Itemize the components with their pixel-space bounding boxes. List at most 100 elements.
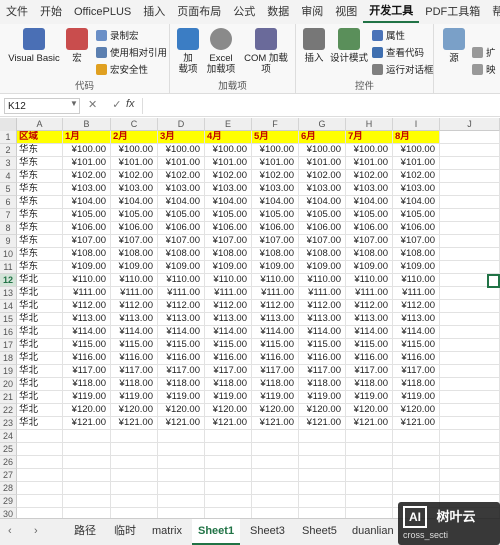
cell[interactable] — [440, 261, 500, 274]
cell[interactable] — [63, 469, 111, 482]
row-header[interactable]: 27 — [0, 469, 17, 482]
cell[interactable]: ¥113.00 — [205, 313, 252, 326]
cell[interactable]: ¥121.00 — [111, 417, 158, 430]
cell[interactable]: ¥109.00 — [63, 261, 111, 274]
cell[interactable] — [346, 495, 393, 508]
row-header[interactable]: 22 — [0, 404, 17, 417]
row-header[interactable]: 17 — [0, 339, 17, 352]
cell[interactable]: ¥120.00 — [111, 404, 158, 417]
cell[interactable]: ¥100.00 — [252, 144, 299, 157]
cell[interactable]: ¥102.00 — [158, 170, 205, 183]
menu-tab[interactable]: 开发工具 — [363, 1, 420, 23]
cell[interactable]: ¥116.00 — [63, 352, 111, 365]
map-properties-button[interactable]: 映 — [472, 62, 496, 76]
cell[interactable]: ¥121.00 — [252, 417, 299, 430]
cell[interactable]: 华北 — [17, 404, 63, 417]
cell[interactable]: ¥117.00 — [111, 365, 158, 378]
excel-addins-button[interactable]: Excel 加载项 — [204, 28, 238, 75]
cell[interactable]: ¥112.00 — [393, 300, 440, 313]
cell[interactable]: ¥104.00 — [205, 196, 252, 209]
cell[interactable]: ¥102.00 — [205, 170, 252, 183]
cell[interactable]: ¥110.00 — [252, 274, 299, 287]
cancel-enter-icons[interactable]: ✕ ✓ — [88, 98, 128, 111]
cell[interactable] — [440, 404, 500, 417]
cell[interactable] — [440, 443, 500, 456]
sheet-tab[interactable]: duanlian — [346, 519, 400, 545]
cell[interactable] — [17, 469, 63, 482]
cell[interactable]: 华北 — [17, 391, 63, 404]
menu-tab[interactable]: 开始 — [34, 0, 68, 24]
cell[interactable] — [17, 430, 63, 443]
cell[interactable] — [440, 183, 500, 196]
cell[interactable]: ¥116.00 — [205, 352, 252, 365]
record-macro-button[interactable]: 录制宏 — [96, 28, 139, 42]
cell[interactable]: 1月 — [63, 131, 111, 144]
row-header[interactable]: 8 — [0, 222, 17, 235]
formula-input[interactable] — [142, 98, 496, 114]
cell[interactable] — [440, 300, 500, 313]
cell[interactable] — [63, 443, 111, 456]
cell[interactable] — [158, 456, 205, 469]
cell[interactable]: ¥108.00 — [205, 248, 252, 261]
cell[interactable]: ¥110.00 — [111, 274, 158, 287]
cell[interactable]: ¥111.00 — [158, 287, 205, 300]
cell[interactable]: ¥115.00 — [205, 339, 252, 352]
com-addins-button[interactable]: COM 加载项 — [240, 28, 292, 75]
column-header[interactable]: D — [158, 118, 205, 131]
cell[interactable]: ¥107.00 — [111, 235, 158, 248]
cell[interactable]: ¥100.00 — [393, 144, 440, 157]
cell[interactable]: 华北 — [17, 352, 63, 365]
cell[interactable] — [440, 456, 500, 469]
cell[interactable]: ¥118.00 — [111, 378, 158, 391]
cell[interactable] — [63, 495, 111, 508]
row-header[interactable]: 12 — [0, 274, 17, 287]
cell[interactable] — [440, 391, 500, 404]
cell[interactable]: ¥104.00 — [63, 196, 111, 209]
cell[interactable]: ¥112.00 — [299, 300, 346, 313]
cell[interactable]: ¥100.00 — [158, 144, 205, 157]
cell[interactable]: ¥113.00 — [158, 313, 205, 326]
row-header[interactable]: 1 — [0, 131, 17, 144]
cell[interactable]: ¥100.00 — [299, 144, 346, 157]
cell[interactable]: 华东 — [17, 222, 63, 235]
cell[interactable]: ¥113.00 — [252, 313, 299, 326]
cell[interactable]: ¥118.00 — [393, 378, 440, 391]
cell[interactable] — [63, 456, 111, 469]
sheet-next-icon[interactable]: › — [34, 525, 38, 537]
cell[interactable]: ¥115.00 — [393, 339, 440, 352]
cell[interactable]: ¥116.00 — [111, 352, 158, 365]
cell[interactable]: ¥101.00 — [158, 157, 205, 170]
cell[interactable]: ¥105.00 — [346, 209, 393, 222]
cell[interactable]: ¥113.00 — [299, 313, 346, 326]
cell[interactable]: 华北 — [17, 326, 63, 339]
column-header[interactable]: G — [299, 118, 346, 131]
cell[interactable]: ¥115.00 — [252, 339, 299, 352]
cell[interactable]: ¥108.00 — [299, 248, 346, 261]
row-header[interactable]: 7 — [0, 209, 17, 222]
sheet-tab[interactable]: matrix — [146, 519, 188, 545]
cell[interactable]: ¥121.00 — [63, 417, 111, 430]
cell[interactable]: ¥103.00 — [299, 183, 346, 196]
cell[interactable]: ¥113.00 — [111, 313, 158, 326]
cell[interactable]: ¥111.00 — [111, 287, 158, 300]
name-box[interactable]: K12 — [4, 98, 80, 114]
cell[interactable] — [17, 508, 63, 518]
relative-reference-button[interactable]: 使用相对引用 — [96, 45, 167, 59]
cell[interactable] — [299, 469, 346, 482]
cell[interactable]: ¥102.00 — [252, 170, 299, 183]
cell[interactable]: 华东 — [17, 196, 63, 209]
menu-tab[interactable]: 页面布局 — [171, 0, 227, 24]
cell[interactable]: ¥115.00 — [63, 339, 111, 352]
cell[interactable]: ¥101.00 — [299, 157, 346, 170]
cell[interactable]: ¥101.00 — [111, 157, 158, 170]
cell[interactable] — [393, 456, 440, 469]
cell[interactable]: ¥108.00 — [63, 248, 111, 261]
cell[interactable]: ¥107.00 — [63, 235, 111, 248]
cell[interactable]: ¥105.00 — [393, 209, 440, 222]
cell[interactable]: ¥105.00 — [111, 209, 158, 222]
cell[interactable] — [158, 508, 205, 518]
cell[interactable] — [205, 430, 252, 443]
cell[interactable] — [111, 508, 158, 518]
cell[interactable]: 华东 — [17, 248, 63, 261]
cell[interactable]: ¥100.00 — [205, 144, 252, 157]
